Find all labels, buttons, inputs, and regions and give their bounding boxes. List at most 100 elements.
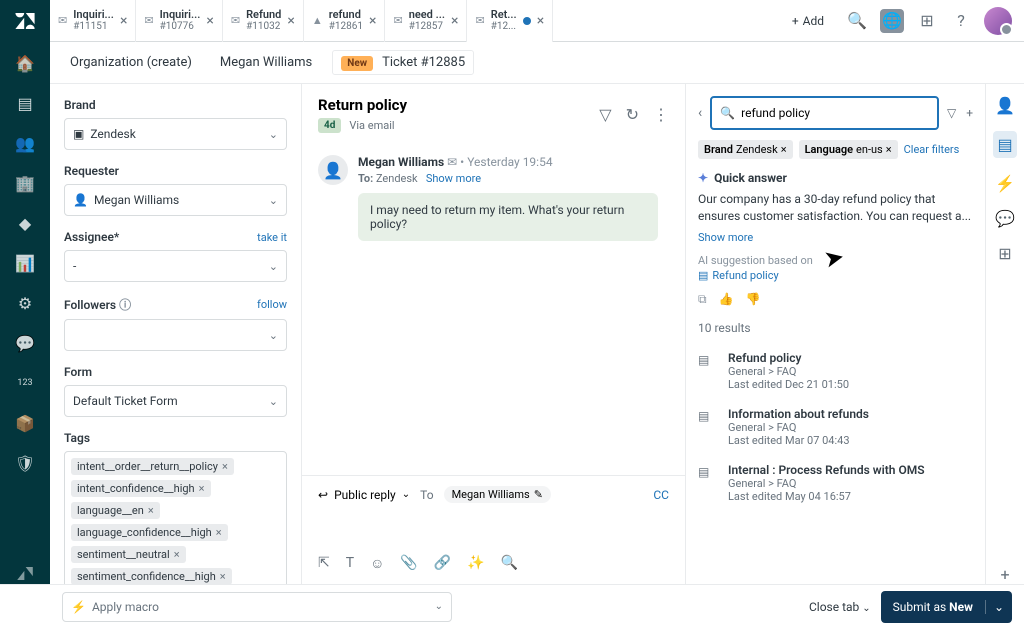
ticket-tab[interactable]: ▲ refund#12861 × xyxy=(304,0,386,42)
brand-logo[interactable] xyxy=(0,0,50,42)
cc-button[interactable]: CC xyxy=(653,488,669,502)
attachment-icon[interactable]: 📎 xyxy=(400,555,417,572)
remove-icon[interactable]: × xyxy=(222,460,228,473)
apply-macro-button[interactable]: ⚡Apply macro ⌄ xyxy=(62,592,452,622)
kb-search-input[interactable]: 🔍 xyxy=(710,96,939,130)
kb-search-field[interactable] xyxy=(741,106,929,120)
more-icon[interactable]: ⋮ xyxy=(653,105,669,124)
magic-icon[interactable]: ⚡ xyxy=(995,174,1015,193)
ticket-tab[interactable]: ✉ Ret...#12... × xyxy=(467,0,553,42)
sender-avatar[interactable]: 👤 xyxy=(318,155,348,185)
requester-select[interactable]: 👤Megan Williams ⌄ xyxy=(64,184,287,216)
remove-icon[interactable]: × xyxy=(781,143,787,156)
user-context-icon[interactable]: 👤 xyxy=(995,96,1015,115)
recipient-pill[interactable]: Megan Williams ✎ xyxy=(444,486,551,503)
numbers-icon[interactable]: 123 xyxy=(14,372,36,394)
submit-button[interactable]: Submit as New ⌄ xyxy=(881,591,1012,623)
shapes-icon[interactable]: ◆ xyxy=(14,212,36,234)
close-tab-button[interactable]: Close tab ⌄ xyxy=(809,600,871,614)
tag-chip[interactable]: intent__order__return__policy× xyxy=(71,458,234,475)
tag-chip[interactable]: sentiment_confidence__high× xyxy=(71,568,232,584)
globe-icon[interactable]: 🌐 xyxy=(880,9,904,33)
submit-split-icon[interactable]: ⌄ xyxy=(985,600,1012,614)
views-icon[interactable]: ▤ xyxy=(14,92,36,114)
ticket-tab[interactable]: ✉ Refund#11032 × xyxy=(223,0,304,42)
reports-icon[interactable]: 📊 xyxy=(14,252,36,274)
link-icon[interactable]: 🔗 xyxy=(434,555,451,572)
tag-chip[interactable]: intent_confidence__high× xyxy=(71,480,211,497)
package-icon[interactable]: 📦 xyxy=(14,412,36,434)
ticket-tab[interactable]: ✉ Inquiri...#11151 × xyxy=(50,0,136,42)
search-result[interactable]: ▤ Refund policyGeneral > FAQLast edited … xyxy=(698,343,973,399)
breadcrumb-ticket[interactable]: New Ticket #12885 xyxy=(332,50,474,75)
remove-icon[interactable]: × xyxy=(148,504,154,517)
reply-type-button[interactable]: ↩ Public reply ⌄ xyxy=(318,488,410,502)
tag-chip[interactable]: language_confidence__high× xyxy=(71,524,228,541)
history-icon[interactable]: ↻ xyxy=(626,105,639,124)
search-result[interactable]: ▤ Information about refundsGeneral > FAQ… xyxy=(698,399,973,455)
add-tab-button[interactable]: + Add xyxy=(782,14,834,28)
form-select[interactable]: Default Ticket Form ⌄ xyxy=(64,385,287,417)
follow-link[interactable]: follow xyxy=(257,298,287,311)
add-icon[interactable]: + xyxy=(966,106,973,120)
sparkle-icon[interactable]: ✨ xyxy=(467,555,484,572)
remove-icon[interactable]: × xyxy=(220,570,226,583)
remove-icon[interactable]: × xyxy=(199,482,205,495)
search-icon[interactable]: 🔍 xyxy=(501,555,518,572)
thumbs-down-icon[interactable]: 👎 xyxy=(746,292,761,307)
chat-context-icon[interactable]: 💬 xyxy=(995,209,1015,228)
ticket-tab[interactable]: ✉ need ...#12857 × xyxy=(385,0,467,42)
zendesk-products-icon[interactable] xyxy=(14,562,36,584)
expand-icon[interactable]: ⇱ xyxy=(318,555,330,572)
show-more-link[interactable]: Show more xyxy=(698,231,753,244)
tag-chip[interactable]: language__en× xyxy=(71,502,160,519)
ticket-tab[interactable]: ✉ Inquiri...#10776 × xyxy=(136,0,222,42)
search-result[interactable]: ▤ Internal : Process Refunds with OMSGen… xyxy=(698,455,973,511)
close-icon[interactable]: × xyxy=(451,13,458,29)
filter-icon[interactable]: ▽ xyxy=(599,105,611,124)
help-icon[interactable]: ? xyxy=(950,10,972,32)
edit-icon[interactable]: ✎ xyxy=(534,488,543,501)
apps-grid-icon[interactable]: ⊞ xyxy=(998,244,1011,263)
org-icon[interactable]: 🏢 xyxy=(14,172,36,194)
text-format-icon[interactable]: T xyxy=(346,555,354,572)
breadcrumb-user[interactable]: Megan Williams xyxy=(212,51,320,74)
search-icon[interactable]: 🔍 xyxy=(846,10,868,32)
filter-chip[interactable]: Language en-us × xyxy=(799,140,898,159)
filter-chip[interactable]: Brand Zendesk × xyxy=(698,140,793,159)
settings-icon[interactable]: ⚙ xyxy=(14,292,36,314)
breadcrumb-org[interactable]: Organization (create) xyxy=(62,51,200,74)
show-more-link[interactable]: Show more xyxy=(426,172,481,185)
add-app-icon[interactable]: + xyxy=(1000,565,1009,584)
tags-field[interactable]: intent__order__return__policy× intent_con… xyxy=(64,451,287,584)
user-avatar[interactable] xyxy=(984,7,1012,35)
sender-name[interactable]: Megan Williams xyxy=(358,155,444,169)
chat-icon[interactable]: 💬 xyxy=(14,332,36,354)
assignee-select[interactable]: - ⌄ xyxy=(64,250,287,282)
back-icon[interactable]: ‹ xyxy=(698,105,702,121)
source-link[interactable]: ▤ Refund policy xyxy=(698,269,973,282)
copy-icon[interactable]: ⧉ xyxy=(698,292,707,307)
close-icon[interactable]: × xyxy=(369,13,376,29)
clear-filters-link[interactable]: Clear filters xyxy=(904,143,960,156)
close-icon[interactable]: × xyxy=(120,13,127,29)
remove-icon[interactable]: × xyxy=(886,143,892,156)
brand-select[interactable]: ▣Zendesk ⌄ xyxy=(64,118,287,150)
close-icon[interactable]: × xyxy=(287,13,294,29)
reply-textarea[interactable] xyxy=(318,503,669,549)
filter-icon[interactable]: ▽ xyxy=(947,106,956,120)
remove-icon[interactable]: × xyxy=(174,548,180,561)
home-icon[interactable]: 🏠 xyxy=(14,52,36,74)
take-it-link[interactable]: take it xyxy=(257,231,287,244)
knowledge-icon[interactable]: ▤ xyxy=(993,131,1016,158)
customers-icon[interactable]: 👥 xyxy=(14,132,36,154)
apps-icon[interactable]: ⊞ xyxy=(916,10,938,32)
info-icon[interactable]: ⓘ xyxy=(119,298,131,312)
remove-icon[interactable]: × xyxy=(216,526,222,539)
shield-icon[interactable]: 🛡 xyxy=(14,452,36,474)
followers-select[interactable]: ⌄ xyxy=(64,319,287,351)
emoji-icon[interactable]: ☺ xyxy=(370,555,384,572)
close-icon[interactable]: × xyxy=(206,13,213,29)
close-icon[interactable]: × xyxy=(537,13,544,29)
tag-chip[interactable]: sentiment__neutral× xyxy=(71,546,186,563)
